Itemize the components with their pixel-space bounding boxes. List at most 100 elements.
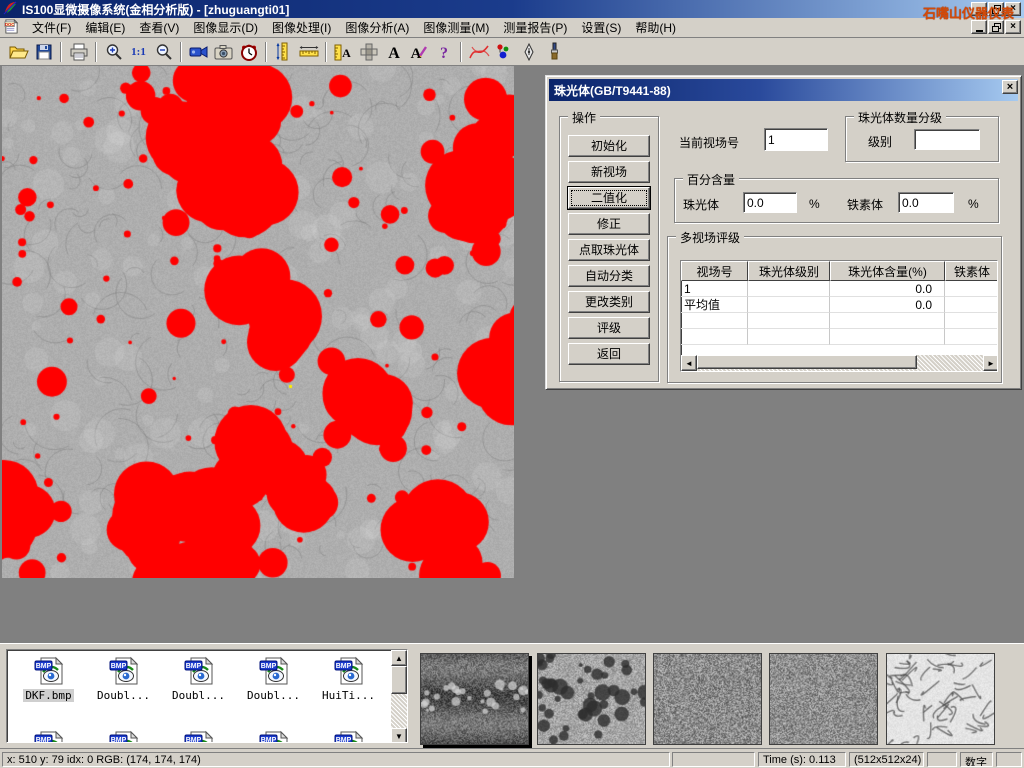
grade-label: 级别 <box>868 133 892 150</box>
dialog-title-bar[interactable]: 珠光体(GB/T9441-88) <box>549 79 1018 101</box>
col-field-no[interactable]: 视场号 <box>681 261 748 281</box>
open-file-icon[interactable] <box>6 40 31 64</box>
file-item[interactable]: DKF.bmp <box>11 656 86 702</box>
col-pearlite-content[interactable]: 珠光体含量(%) <box>830 261 945 281</box>
pick-pearlite-button[interactable]: 点取珠光体 <box>568 239 650 261</box>
file-item[interactable]: HuiTi... <box>311 656 386 702</box>
horizontal-ruler-icon[interactable] <box>296 40 321 64</box>
dialog-close-button[interactable]: × <box>1002 80 1018 94</box>
menu-view[interactable]: 查看(V) <box>132 17 186 38</box>
file-name[interactable]: Doubl... <box>95 689 152 702</box>
file-name[interactable]: Doubl... <box>170 689 227 702</box>
menu-bar: DOC 文件(F) 编辑(E) 查看(V) 图像显示(D) 图像处理(I) 图像… <box>0 18 1024 38</box>
phase-classify-icon[interactable] <box>491 40 516 64</box>
file-name[interactable]: Doubl... <box>245 689 302 702</box>
menu-measure-report[interactable]: 测量报告(P) <box>496 17 574 38</box>
file-list-scrollbar[interactable]: ▲ ▼ <box>391 650 407 743</box>
print-icon[interactable] <box>66 40 91 64</box>
binarize-button[interactable]: 二值化 <box>568 187 650 209</box>
thumbnail-image[interactable] <box>537 653 646 745</box>
scrollbar-thumb[interactable] <box>697 355 917 369</box>
image-merge-icon[interactable] <box>356 40 381 64</box>
zoom-in-icon[interactable] <box>101 40 126 64</box>
measure-label-icon[interactable]: A <box>331 40 356 64</box>
thumbnail-image[interactable] <box>769 653 878 745</box>
menu-image-measure[interactable]: 图像测量(M) <box>416 17 496 38</box>
fill-brush-icon[interactable] <box>541 40 566 64</box>
file-list[interactable]: DKF.bmp Doubl... Doubl... Doubl... HuiTi… <box>6 649 408 743</box>
metallograph-image[interactable] <box>2 66 514 578</box>
table-horizontal-scrollbar[interactable]: ◄ ► <box>681 355 998 371</box>
file-name[interactable]: HuiTi... <box>320 689 377 702</box>
rate-button[interactable]: 评级 <box>568 317 650 339</box>
menu-image-display[interactable]: 图像显示(D) <box>186 17 265 38</box>
save-icon[interactable] <box>31 40 56 64</box>
file-item[interactable]: Doubl... <box>86 656 161 702</box>
col-pearlite-grade[interactable]: 珠光体级别 <box>748 261 830 281</box>
menu-image-analysis[interactable]: 图像分析(A) <box>338 17 416 38</box>
actual-size-icon[interactable]: 1:1 <box>126 40 151 64</box>
file-item[interactable] <box>11 730 86 742</box>
document-icon[interactable]: DOC <box>4 19 19 37</box>
cell-content: 0.0 <box>830 281 945 297</box>
file-item[interactable]: Doubl... <box>236 656 311 702</box>
text-annotation-icon[interactable]: A <box>381 40 406 64</box>
thumbnail-image[interactable] <box>653 653 762 745</box>
file-item[interactable] <box>161 730 236 742</box>
file-list-row-2 <box>11 730 386 742</box>
curve-measure-icon[interactable] <box>466 40 491 64</box>
draw-pen-icon[interactable] <box>516 40 541 64</box>
snapshot-icon[interactable] <box>211 40 236 64</box>
menu-image-process[interactable]: 图像处理(I) <box>265 17 338 38</box>
help-icon[interactable]: ? <box>431 40 456 64</box>
table-row[interactable]: 1 0.0 <box>681 281 997 297</box>
pearlite-dialog: 珠光体(GB/T9441-88) × 操作 初始化 新视场 二值化 修正 点取珠… <box>545 75 1022 390</box>
svg-text:?: ? <box>440 45 448 61</box>
pearlite-input[interactable] <box>743 192 797 213</box>
col-ferrite[interactable]: 铁素体 <box>945 261 998 281</box>
grade-input[interactable] <box>914 129 980 150</box>
scroll-up-icon[interactable]: ▲ <box>391 650 407 666</box>
thumbnail-image[interactable] <box>886 653 995 745</box>
init-button[interactable]: 初始化 <box>568 135 650 157</box>
menu-help[interactable]: 帮助(H) <box>628 17 683 38</box>
scroll-down-icon[interactable]: ▼ <box>391 728 407 743</box>
menu-file[interactable]: 文件(F) <box>25 17 78 38</box>
bmp-file-icon <box>109 730 139 742</box>
edit-annotation-icon[interactable]: A <box>406 40 431 64</box>
ferrite-input[interactable] <box>898 192 954 213</box>
file-name[interactable]: DKF.bmp <box>23 689 73 702</box>
auto-classify-button[interactable]: 自动分类 <box>568 265 650 287</box>
menu-edit[interactable]: 编辑(E) <box>78 17 132 38</box>
file-item[interactable] <box>86 730 161 742</box>
image-size-status: (512x512x24) <box>849 752 924 767</box>
return-button[interactable]: 返回 <box>568 343 650 365</box>
file-item[interactable]: Doubl... <box>161 656 236 702</box>
scroll-left-icon[interactable]: ◄ <box>681 355 697 371</box>
bmp-file-icon <box>184 656 214 687</box>
toolbar-separator <box>60 42 62 62</box>
ferrite-label: 铁素体 <box>847 196 883 213</box>
new-field-button[interactable]: 新视场 <box>568 161 650 183</box>
cell-grade <box>748 281 830 297</box>
zoom-out-icon[interactable] <box>151 40 176 64</box>
timer-icon[interactable] <box>236 40 261 64</box>
mdi-close-button[interactable]: × <box>1005 20 1021 34</box>
file-item[interactable] <box>236 730 311 742</box>
video-capture-icon[interactable] <box>186 40 211 64</box>
correct-button[interactable]: 修正 <box>568 213 650 235</box>
thumbnail-image[interactable] <box>420 653 529 745</box>
menu-settings[interactable]: 设置(S) <box>574 17 628 38</box>
mdi-minimize-button[interactable] <box>971 20 987 34</box>
file-item[interactable] <box>311 730 386 742</box>
scroll-right-icon[interactable]: ► <box>983 355 998 371</box>
rating-table[interactable]: 视场号 珠光体级别 珠光体含量(%) 铁素体 1 0.0 平均值 0.0 <box>680 260 998 372</box>
table-row-empty <box>681 313 997 329</box>
scrollbar-thumb[interactable] <box>391 666 407 694</box>
bmp-file-icon <box>109 656 139 687</box>
table-row[interactable]: 平均值 0.0 <box>681 297 997 313</box>
change-class-button[interactable]: 更改类别 <box>568 291 650 313</box>
vertical-caliper-icon[interactable] <box>271 40 296 64</box>
current-field-input[interactable] <box>764 128 828 151</box>
mdi-restore-button[interactable] <box>988 20 1004 34</box>
